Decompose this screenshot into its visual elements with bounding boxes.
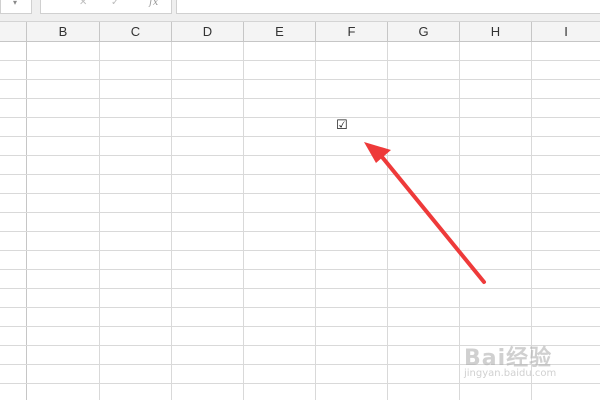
chevron-down-icon[interactable]: ▾ [13, 0, 17, 7]
watermark-url: jingyan.baidu.com [464, 368, 557, 379]
column-header-h[interactable]: H [460, 22, 532, 41]
column-header-b[interactable]: B [27, 22, 100, 41]
column-header-row: B C D E F G H I [0, 22, 600, 42]
column-header-d[interactable]: D [172, 22, 244, 41]
column-header-c[interactable]: C [100, 22, 172, 41]
column-header-i[interactable]: I [532, 22, 600, 41]
column-header-e[interactable]: E [244, 22, 316, 41]
name-box[interactable]: ▾ [0, 0, 32, 14]
column-header-g[interactable]: G [388, 22, 460, 41]
formula-input[interactable] [176, 0, 600, 14]
column-header-f[interactable]: F [316, 22, 388, 41]
cancel-icon[interactable]: ✕ [79, 0, 87, 8]
enter-icon[interactable]: ✓ [111, 0, 119, 8]
fx-icon[interactable]: fx [149, 0, 158, 8]
baidu-watermark: Bai经验 jingyan.baidu.com [452, 338, 592, 386]
arrow-shaft [376, 150, 486, 284]
formula-tools: ✕ ✓ fx [40, 0, 172, 14]
formula-bar: ▾ ✕ ✓ fx [0, 0, 600, 22]
select-all-corner[interactable] [0, 22, 27, 41]
